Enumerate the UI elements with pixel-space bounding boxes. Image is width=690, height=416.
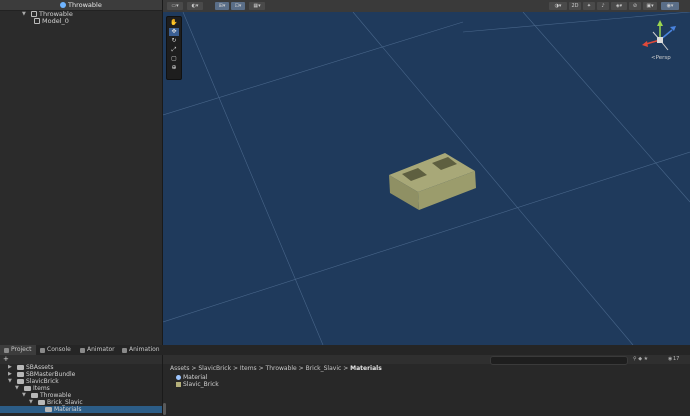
expand-arrow-icon[interactable]: ▼	[15, 385, 22, 392]
folder-label: SBMasterBundle	[26, 371, 76, 378]
folder-label: Items	[33, 385, 50, 392]
folder-tree: ▶ SBAssets ▶ SBMasterBundle ▼ SlavicBric…	[0, 364, 163, 415]
draw-mode-button[interactable]: ▭▾	[167, 2, 183, 10]
hierarchy-item-label: Model_0	[42, 17, 69, 25]
expand-arrow-icon[interactable]: ▼	[22, 392, 29, 399]
scene-view[interactable]	[163, 12, 690, 345]
gameobject-icon	[34, 18, 40, 24]
lighting-toggle[interactable]: ✦	[583, 2, 595, 10]
search-input[interactable]	[490, 356, 628, 365]
folder-item[interactable]: ▼ Items	[15, 385, 50, 392]
scene-visibility-button[interactable]: ◑▾	[549, 2, 567, 10]
transform-tool-icon[interactable]: ⊕	[169, 64, 179, 72]
folder-icon	[31, 393, 38, 398]
prefab-title[interactable]: Throwable	[60, 1, 102, 9]
folder-item[interactable]: ▼ Throwable	[22, 392, 71, 399]
tab-console[interactable]: Console	[36, 345, 75, 355]
folder-label: SlavicBrick	[26, 378, 59, 385]
rect-tool-icon[interactable]: ▢	[169, 55, 179, 63]
asset-label: Slavic_Brick	[183, 381, 219, 388]
breadcrumb[interactable]: Assets > SlavicBrick > Items > Throwable…	[170, 365, 382, 372]
hidden-count: 17	[673, 356, 680, 362]
animation-icon	[122, 347, 127, 353]
expand-arrow-icon[interactable]: ▶	[8, 371, 15, 378]
visibility-icon[interactable]: ◉	[668, 356, 672, 362]
folder-label: SBAssets	[26, 364, 54, 371]
prefab-title-label: Throwable	[68, 1, 102, 9]
folder-icon	[17, 372, 24, 377]
expand-arrow-icon[interactable]: ▶	[8, 364, 15, 371]
expand-arrow-icon[interactable]: ▼	[8, 378, 15, 385]
folder-icon	[45, 407, 52, 412]
material-icon	[176, 375, 181, 380]
folder-item-selected[interactable]: Materials	[0, 406, 162, 413]
create-button[interactable]: +	[3, 355, 9, 363]
brick-model[interactable]	[388, 153, 478, 211]
bottom-tabs: Project Console Animator Animation	[0, 345, 690, 355]
tab-animation[interactable]: Animation	[118, 345, 164, 355]
asset-label: Material	[183, 374, 208, 381]
folder-icon	[17, 365, 24, 370]
move-tool-icon[interactable]: ✥	[169, 28, 179, 36]
folder-icon	[17, 379, 24, 384]
scale-tool-icon[interactable]: ⤢	[169, 46, 179, 54]
tab-label: Console	[47, 346, 71, 353]
texture-icon	[176, 382, 181, 387]
grid-button[interactable]: ▦▾	[249, 2, 265, 10]
tab-animator[interactable]: Animator	[76, 345, 119, 355]
folder-icon	[24, 386, 31, 391]
folder-label: Throwable	[40, 392, 72, 399]
prefab-icon	[60, 2, 66, 8]
filter-icons[interactable]: ⚲ ◆ ★	[633, 356, 648, 362]
folder-icon	[4, 347, 9, 353]
tab-project[interactable]: Project	[0, 345, 36, 355]
tool-palette: ✋ ✥ ↻ ⤢ ▢ ⊕	[166, 16, 182, 80]
scrollbar[interactable]	[163, 403, 166, 415]
folder-label: Materials	[54, 406, 82, 413]
expand-arrow-icon[interactable]: ▼	[29, 399, 36, 406]
animator-icon	[80, 347, 85, 353]
perspective-label[interactable]: <Persp	[651, 55, 671, 61]
rotate-tool-icon[interactable]: ↻	[169, 37, 179, 45]
breadcrumb-path[interactable]: Assets > SlavicBrick > Items > Throwable…	[170, 365, 350, 372]
tab-label: Animator	[87, 346, 115, 353]
global-button[interactable]: ⊡▾	[231, 2, 245, 10]
hierarchy-item-model[interactable]: Model_0	[34, 17, 69, 25]
folder-item[interactable]: ▶ SBAssets	[8, 364, 53, 371]
hierarchy-panel	[0, 0, 162, 345]
gizmos-button[interactable]: ◉▾	[661, 2, 679, 10]
folder-label: Brick_Slavic	[47, 399, 83, 406]
console-icon	[40, 347, 45, 353]
shading-button[interactable]: ◐▾	[187, 2, 203, 10]
audio-toggle[interactable]: ♪	[597, 2, 609, 10]
hand-tool-icon[interactable]: ✋	[169, 19, 179, 27]
folder-item[interactable]: ▼ SlavicBrick	[8, 378, 59, 385]
asset-item-material[interactable]: Material	[176, 374, 207, 381]
folder-item[interactable]: ▶ SBMasterBundle	[8, 371, 75, 378]
asset-item-texture[interactable]: Slavic_Brick	[176, 381, 219, 388]
pivot-button[interactable]: ⊞▾	[215, 2, 229, 10]
folder-item[interactable]: ▼ Brick_Slavic	[29, 399, 83, 406]
breadcrumb-current: Materials	[350, 365, 382, 372]
effects-button[interactable]: ◈▾	[611, 2, 627, 10]
tab-label: Project	[11, 346, 32, 353]
2d-toggle[interactable]: 2D	[569, 2, 581, 10]
folder-icon	[38, 400, 45, 405]
tab-label: Animation	[129, 346, 160, 353]
hidden-objects-button[interactable]: ⊘	[629, 2, 641, 10]
camera-button[interactable]: ▣▾	[643, 2, 657, 10]
expand-arrow-icon[interactable]: ▼	[22, 10, 29, 18]
